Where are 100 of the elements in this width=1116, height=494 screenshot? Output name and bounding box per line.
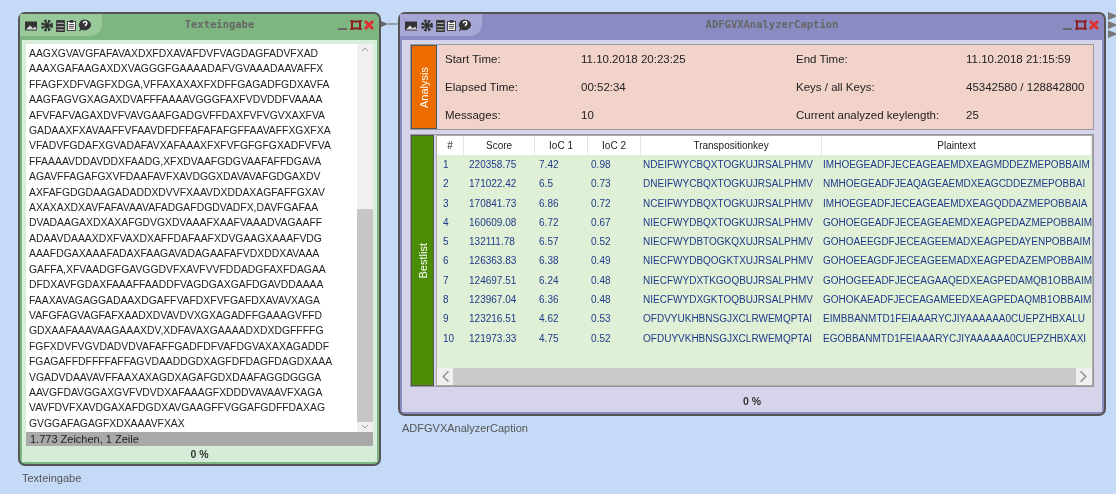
text-line: DFDXAVFGDAXFAAAFFAADDFVAGDGAXGAFDGAVDDAAAA: [29, 278, 324, 293]
table-cell-text: DNEIFWYCBQXTOGKUJRSALPHMV: [642, 177, 814, 192]
field-label: End Time:: [796, 53, 848, 65]
table-cell-text: 6.36: [538, 293, 560, 308]
column-header[interactable]: Plaintext: [822, 136, 1092, 155]
text-line: AAAXGAFAAGAXDXVAGGGFGAAAADAFVGVAAADAAVAFFX: [29, 62, 324, 77]
table-cell-text: 0.98: [590, 158, 612, 172]
clipboard-icon[interactable]: [67, 19, 76, 32]
field-label: Elapsed Time:: [445, 81, 518, 93]
horizontal-scrollbar[interactable]: [437, 367, 1092, 385]
table-cell-text: 2: [442, 177, 450, 192]
text-line: FFAAAAVDDAVDDXFAADG,XFXDVAAFGDGVAAFAFFDGAVA: [29, 154, 322, 169]
column-header[interactable]: IoC 2: [588, 136, 642, 155]
table-cell-text: 160609.08: [468, 215, 518, 230]
column-header[interactable]: IoC 1: [535, 136, 589, 155]
table-cell-text: 6.86: [538, 196, 560, 211]
text-line: GDXAAFAAAVAAGAAAXDV,XDFAVAXGAAAADXDXDGFFFFG: [29, 324, 324, 339]
table-cell-text: 5: [442, 235, 450, 250]
text-line: AXAXAXDXAVFAFAVAAVAFADGAFDGDVADFX,DAVFGAFAA: [29, 201, 319, 216]
table-cell-text: OFDUYVKHBNSGJXCLRWEMQPTAI: [642, 331, 814, 346]
text-line: AXFAFGDGDAAGADADDXDVVFXAAVDXDDAXAGFAFFGXAV: [29, 185, 325, 200]
table-cell-text: IMHOEGEADFJECEAGEAEMDXEAGQDDAZMEPOBBAIA: [822, 196, 1089, 211]
field-value: 11.10.2018 21:15:59: [966, 53, 1071, 65]
text-line: VAVFDVFXAVDGAXAFDGDXAVGAAGFFVGGAFGDFFDAXAG: [29, 401, 325, 416]
clipboard-icon[interactable]: [447, 19, 456, 32]
table-cell-text: 126363.83: [468, 254, 518, 269]
table-cell-text: GOHOGEEADFJECEAGAAQEDXEAGPEDAMQB1OBBAIM: [822, 273, 1092, 288]
text-line: AGAVFFAGAFGXVFDAAFAVFXAVDGGXDAVAVAFGDGAXDV: [29, 170, 321, 185]
output-ports-drawing: [1108, 12, 1116, 38]
table-cell-text: NIECFWYDXTKGOQBUJRSALPHMV: [642, 273, 815, 288]
text-line: AAAFDGAXAAAFADAXFAAGAVADAGAAFAFVDXDDXAVAAA: [29, 247, 320, 262]
text-line: VFADVFGDAFXGVADAFAVXAFAAAXFXFVFGFGFGXADFVFVA: [29, 139, 331, 154]
table-cell-text: 7: [442, 273, 450, 288]
table-cell-text: NDEIFWYCBQXTOGKUJRSALPHMV: [642, 158, 814, 172]
text-line: DVADAAGAXDXAXAFGDVGXDVAAAFXAAFVAAADVAGAAFF: [29, 216, 323, 231]
table-cell-text: 6.72: [538, 215, 560, 230]
field-label: Current analyzed keylength:: [796, 109, 940, 121]
column-header[interactable]: #: [437, 136, 465, 155]
table-cell-text: NIECFWYDBQOGKTXUJRSALPHMV: [642, 254, 815, 269]
table-cell-text: 7.42: [538, 158, 560, 172]
picture-icon[interactable]: [24, 19, 38, 32]
table-cell-text: 0.72: [590, 196, 612, 211]
field-value: 10: [581, 109, 594, 121]
maximize-icon[interactable]: [350, 19, 362, 31]
text-line: FFAGFXDFVAGFXDGA,VFFAXAXAXFXDFFGAGADFGDXAVFA: [29, 77, 330, 92]
table-cell-text: NCEIFWYDBQXTOGKUJRSALPHMV: [642, 196, 814, 211]
maximize-icon[interactable]: [1075, 19, 1087, 31]
table-cell-text: EGOBBANMTD1FEIAAARYCJIYAAAAAA0CUEPZHBXAXI: [822, 331, 1088, 346]
vertical-scrollbar[interactable]: [357, 44, 373, 432]
picture-icon[interactable]: [404, 19, 418, 32]
table-cell-text: GOHOEGEADFJECEAGEAEMDXEAGPEDAZMEPOBBAIM: [822, 215, 1092, 230]
table-cell-text: GOHOKAEADFJECEAGAMEEDXEAGPEDAQMB1OBBAIM: [822, 293, 1092, 308]
table-cell-text: 0.53: [590, 312, 612, 327]
window-title: ADFGVXAnalyzerCaption: [704, 17, 840, 30]
table-cell-text: 4.62: [538, 312, 560, 327]
table-cell-text: 123967.04: [468, 293, 518, 308]
help-icon[interactable]: [458, 19, 472, 32]
table-cell-text: 171022.42: [468, 177, 518, 192]
window-caption: Texteingabe: [22, 472, 82, 484]
table-cell-text: 0.52: [590, 235, 612, 250]
text-line: AAGFAGVGXAGAXDVAFFFAAAAVGGGFAXFVDVDDFVAAAA: [29, 93, 323, 108]
settings-icon[interactable]: [40, 19, 54, 32]
field-value: 45342580 / 128842800: [966, 81, 1085, 93]
table-cell-text: 6.5: [538, 177, 554, 192]
table-cell-text: OFDVYUKHBNSGJXCLRWEMQPTAI: [642, 312, 814, 327]
table-cell-text: 123216.51: [468, 312, 518, 327]
table-cell-text: 0.52: [590, 331, 612, 346]
table-cell-text: 6.57: [538, 235, 560, 250]
table-cell-text: 0.48: [590, 293, 612, 308]
table-cell-text: GOHOAEEGDFJECEAGEEMADXEAGPEDAYENPOBBAIM: [822, 235, 1092, 250]
bestlist-tab[interactable]: Bestlist: [411, 135, 435, 386]
field-value: 11.10.2018 20:23:25: [581, 53, 686, 65]
column-header[interactable]: Transpositionkey: [641, 136, 823, 155]
field-value: 00:52:34: [581, 81, 626, 93]
percent-label: 0 %: [190, 448, 209, 460]
table-cell-text: IMHOEGEADFJECEAGEAEMDXEAGMDDEZMEPOBBAIM: [822, 158, 1091, 172]
text-line: VGADVDAAVAVFFAAXAXAGDXAGAFGDXDAAFAGGDGGGA: [29, 370, 322, 385]
table-cell-text: 3: [442, 196, 450, 211]
window-title: Texteingabe: [183, 17, 256, 30]
table-cell-text: 6.38: [538, 254, 560, 269]
column-header[interactable]: Score: [464, 136, 536, 155]
scroll-left-icon[interactable]: [437, 367, 454, 385]
table-cell-text: 0.49: [590, 254, 612, 269]
table-cell-text: 1: [442, 158, 450, 172]
table-cell-text: 10: [442, 331, 456, 346]
scroll-right-icon[interactable]: [1076, 367, 1092, 385]
table-cell-text: NIECFWYDXGKTOQBUJRSALPHMV: [642, 293, 814, 308]
table-cell-text: 6: [442, 254, 450, 269]
settings-icon[interactable]: [420, 19, 434, 32]
text-line: AAGXGVAVGFAFAVAXDXFDXAVAFDVFVAGDAGFADVFXAD: [29, 47, 319, 61]
field-value: 25: [966, 109, 979, 121]
text-line: FAAXAVAGAGGADAAXDGAFFVAFDXFVFGAFDXAVAVXAGA: [29, 293, 320, 308]
connector-arrow: [381, 20, 398, 28]
table-cell-text: 4: [442, 215, 450, 230]
table-cell-text: 6.24: [538, 273, 560, 288]
text-line: GADAAXFXAVAAFFVFAAVDFDFFAFAFAFGFFAAVAFFXGXFXA: [29, 124, 331, 139]
table-cell-text: NIECFWYDBTOGKQXUJRSALPHMV: [642, 235, 814, 250]
text-field[interactable]: [26, 44, 373, 432]
help-icon[interactable]: [78, 19, 92, 32]
table-cell-text: GOHOEEAGDFJECEAGEEMADXEAGPEDAZEMPOBBAIM: [822, 254, 1092, 269]
